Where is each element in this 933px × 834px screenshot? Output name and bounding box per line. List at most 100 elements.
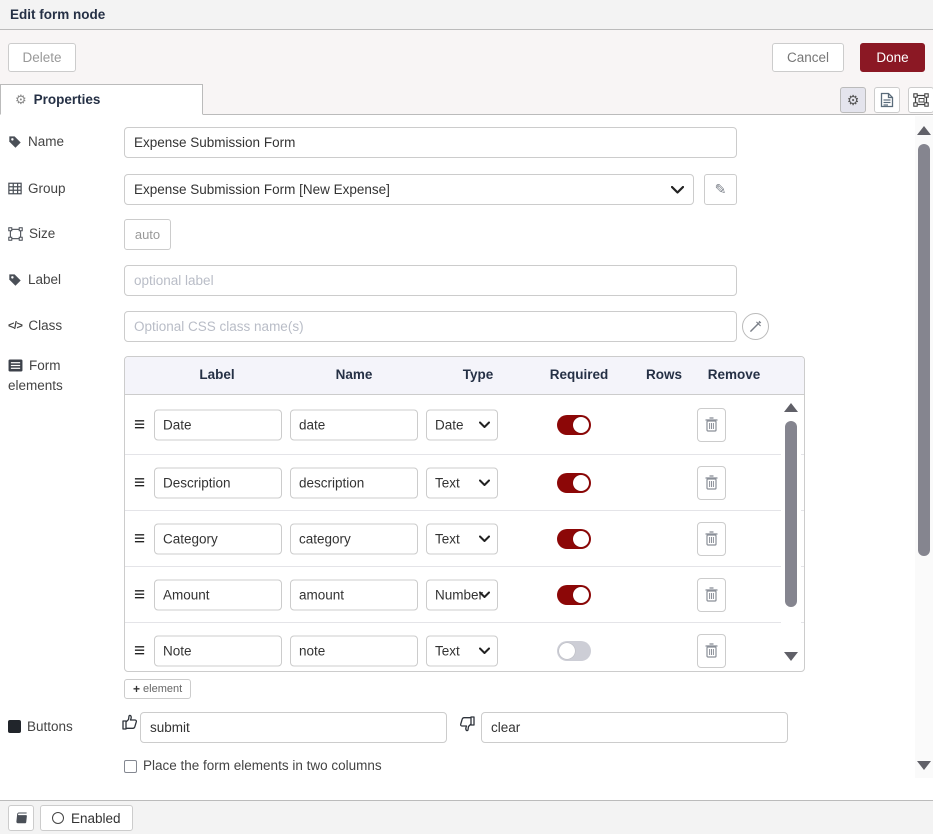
form-elements-field-label: Form xyxy=(8,358,61,373)
wand-slash-icon xyxy=(749,320,762,333)
tab-bar: ⚙ Properties ⚙ xyxy=(0,84,933,115)
dialog-footer: Enabled xyxy=(0,800,933,834)
element-name-input[interactable] xyxy=(290,579,418,610)
element-label-input[interactable] xyxy=(154,523,282,554)
class-helper-button[interactable] xyxy=(742,313,769,340)
toggle-knob xyxy=(573,475,589,491)
enabled-button[interactable]: Enabled xyxy=(40,805,133,831)
gear-icon: ⚙ xyxy=(847,93,860,107)
element-label-input[interactable] xyxy=(154,579,282,610)
book-icon xyxy=(14,811,28,825)
properties-view-button[interactable]: ⚙ xyxy=(840,87,866,113)
element-type-select[interactable]: Text xyxy=(426,635,498,666)
layout-view-button[interactable] xyxy=(908,87,933,113)
edit-group-button[interactable]: ✎ xyxy=(704,174,737,205)
element-name-input[interactable] xyxy=(290,635,418,666)
table-row: ≡ Text xyxy=(125,511,804,567)
drag-handle[interactable]: ≡ xyxy=(134,473,145,492)
label-field-label: Label xyxy=(8,272,61,287)
element-type-select[interactable]: Text xyxy=(426,523,498,554)
tag-icon xyxy=(8,135,22,149)
cancel-button[interactable]: Cancel xyxy=(772,43,844,72)
scroll-up-arrow[interactable] xyxy=(784,403,798,412)
element-name-input[interactable] xyxy=(290,523,418,554)
clear-button-label-input[interactable] xyxy=(481,712,788,743)
pencil-icon: ✎ xyxy=(715,181,727,198)
class-input[interactable] xyxy=(124,311,737,342)
drag-handle[interactable]: ≡ xyxy=(134,585,145,604)
form-elements-table-body: ≡ Date ≡ xyxy=(125,395,804,671)
required-toggle[interactable] xyxy=(557,585,591,605)
col-header-required: Required xyxy=(550,367,609,382)
table-scrollbar[interactable] xyxy=(781,397,801,669)
label-input[interactable] xyxy=(124,265,737,296)
element-name-input[interactable] xyxy=(290,467,418,498)
drag-handle[interactable]: ≡ xyxy=(134,415,145,434)
delete-button[interactable]: Delete xyxy=(8,43,76,72)
remove-element-button[interactable] xyxy=(697,466,726,500)
dialog-title: Edit form node xyxy=(10,7,105,22)
table-row: ≡ Text xyxy=(125,623,804,671)
dialog-header: Edit form node xyxy=(0,0,933,30)
size-button[interactable]: auto xyxy=(124,219,171,250)
scrollbar-thumb[interactable] xyxy=(918,144,930,556)
group-select[interactable]: Expense Submission Form [New Expense] xyxy=(124,174,694,205)
thumbs-down-icon xyxy=(458,715,476,733)
button-tray: Delete Cancel Done xyxy=(0,30,933,84)
form-elements-table-header: Label Name Type Required Rows Remove xyxy=(125,357,804,395)
required-toggle[interactable] xyxy=(557,641,591,661)
required-toggle[interactable] xyxy=(557,415,591,435)
name-field-label: Name xyxy=(8,134,64,149)
table-icon xyxy=(8,182,22,195)
scroll-up-arrow[interactable] xyxy=(917,126,931,135)
element-label-input[interactable] xyxy=(154,467,282,498)
chevron-down-icon xyxy=(671,186,684,194)
trash-icon xyxy=(705,587,718,602)
element-type-select[interactable]: Text xyxy=(426,467,498,498)
two-columns-label: Place the form elements in two columns xyxy=(143,758,382,773)
trash-icon xyxy=(705,531,718,546)
col-header-remove: Remove xyxy=(708,367,761,382)
remove-element-button[interactable] xyxy=(697,522,726,556)
toggle-knob xyxy=(573,587,589,603)
col-header-type: Type xyxy=(463,367,494,382)
col-header-label: Label xyxy=(199,367,234,382)
scrollbar-thumb[interactable] xyxy=(785,421,797,607)
col-header-rows: Rows xyxy=(646,367,682,382)
form-elements-table: Label Name Type Required Rows Remove ≡ D… xyxy=(124,356,805,672)
element-label-input[interactable] xyxy=(154,409,282,440)
chevron-down-icon xyxy=(479,591,490,598)
required-toggle[interactable] xyxy=(557,529,591,549)
tab-properties[interactable]: ⚙ Properties xyxy=(0,84,203,115)
thumbs-up-icon xyxy=(121,713,139,731)
chevron-down-icon xyxy=(479,535,490,542)
two-columns-checkbox[interactable] xyxy=(124,760,137,773)
col-header-name: Name xyxy=(336,367,373,382)
remove-element-button[interactable] xyxy=(697,634,726,668)
required-toggle[interactable] xyxy=(557,473,591,493)
dialog-scrollbar[interactable] xyxy=(915,116,933,778)
remove-element-button[interactable] xyxy=(697,408,726,442)
name-input[interactable] xyxy=(124,127,737,158)
add-element-button[interactable]: + element xyxy=(124,679,191,699)
scroll-down-arrow[interactable] xyxy=(784,652,798,661)
element-type-select[interactable]: Date xyxy=(426,409,498,440)
node-help-button[interactable] xyxy=(8,805,34,831)
element-label-input[interactable] xyxy=(154,635,282,666)
element-type-select[interactable]: Number xyxy=(426,579,498,610)
remove-element-button[interactable] xyxy=(697,578,726,612)
drag-handle[interactable]: ≡ xyxy=(134,529,145,548)
submit-button-label-input[interactable] xyxy=(140,712,447,743)
table-row: ≡ Text xyxy=(125,455,804,511)
square-icon xyxy=(8,720,21,733)
chevron-down-icon xyxy=(479,421,490,428)
scroll-down-arrow[interactable] xyxy=(917,761,931,770)
form-elements-field-label-line2: elements xyxy=(8,378,63,393)
plus-icon: + xyxy=(133,682,140,696)
done-button[interactable]: Done xyxy=(860,43,925,72)
element-name-input[interactable] xyxy=(290,409,418,440)
drag-handle[interactable]: ≡ xyxy=(134,641,145,660)
table-row: ≡ Date xyxy=(125,395,804,455)
object-group-icon xyxy=(913,92,929,108)
description-view-button[interactable] xyxy=(874,87,900,113)
